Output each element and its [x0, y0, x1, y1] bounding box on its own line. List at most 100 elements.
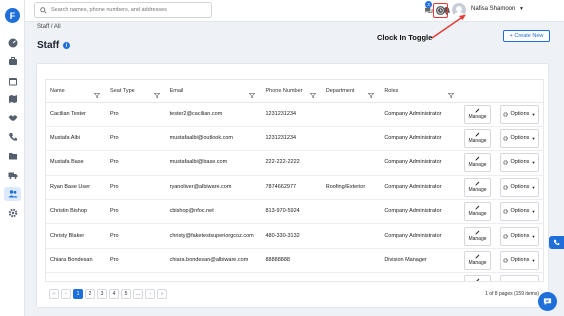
manage-button[interactable]: Manage [463, 251, 491, 271]
gear-icon [503, 112, 509, 117]
user-name[interactable]: Nafisa Shamoon [471, 6, 515, 12]
options-dropdown-button[interactable]: Options▼ [499, 129, 539, 149]
table-row[interactable]: Ryan Base User Pro ryanoliver@albiware.com… [46, 175, 543, 201]
pagination-page-button[interactable]: 4 [109, 289, 119, 299]
gear-icon [503, 136, 509, 141]
column-header[interactable]: Email [165, 80, 262, 103]
chat-widget-button[interactable] [538, 292, 557, 311]
table-row[interactable]: Christy Blaker Pro christy@faketestsuperio… [46, 223, 543, 249]
pagination: ‹‹ ‹ 1 2 3 4 5... ›» [49, 289, 168, 299]
options-dropdown-button[interactable]: Options▼ [499, 153, 539, 173]
calendar-icon[interactable] [7, 76, 18, 86]
filter-icon[interactable] [249, 92, 256, 98]
manage-button[interactable]: Manage [463, 202, 491, 222]
chevron-down-icon[interactable]: ▼ [519, 6, 524, 12]
handshake-icon[interactable] [7, 113, 18, 123]
pagination-page-button[interactable]: 5 [121, 289, 131, 299]
cell-phone: 222-222-2222 [261, 150, 322, 176]
manage-button[interactable]: Manage [463, 129, 491, 149]
breadcrumb[interactable]: Staff / All [37, 24, 61, 30]
column-header[interactable]: Department [321, 80, 381, 103]
cell-department [321, 102, 381, 127]
manage-button[interactable]: Manage [463, 275, 491, 281]
pagination-page-button[interactable]: ... [133, 289, 144, 299]
filter-icon[interactable] [368, 92, 375, 98]
cell-department [321, 223, 381, 249]
app-logo[interactable]: F [5, 8, 20, 23]
pagination-nav-button[interactable]: ‹‹ [49, 289, 59, 299]
column-header[interactable]: Roles [380, 80, 460, 103]
table-row[interactable]: Cacilian Tester Pro tester2@cacilian.com 12… [46, 102, 543, 127]
search-input[interactable] [51, 7, 211, 13]
phone-icon[interactable] [7, 132, 18, 142]
pagination-nav-button[interactable]: › [145, 289, 156, 299]
cell-email: chiara.bondesan@albiware.com [165, 248, 262, 274]
pagination-nav-button[interactable]: ‹ [61, 289, 71, 299]
cell-seat: Pro [106, 150, 166, 176]
column-header[interactable]: Seat Type [106, 80, 166, 103]
cell-phone: 1231231234 [261, 102, 322, 127]
gear-icon [503, 258, 509, 263]
dashboard-icon[interactable] [7, 38, 18, 48]
cell-seat: Pro [106, 126, 166, 152]
search-box[interactable] [34, 2, 212, 18]
caret-down-icon: ▼ [531, 160, 536, 166]
cell-phone: 88888888 [261, 248, 322, 274]
search-icon [40, 6, 47, 14]
table-row[interactable]: Mustafa Albi Pro mustafaalbi@outlook.com 12… [46, 126, 543, 152]
truck-icon[interactable] [7, 170, 18, 180]
pencil-icon [476, 279, 480, 281]
cell-name: Mustafa Base [46, 150, 107, 176]
options-dropdown-button[interactable]: Options▼ [499, 104, 539, 124]
cell-roles: Company Administrator [380, 175, 460, 201]
notification-count-badge: 3 [425, 1, 432, 8]
cell-name: Chiara Bondesan [46, 248, 107, 274]
pagination-page-button[interactable]: 3 [97, 289, 107, 299]
map-icon[interactable] [7, 94, 18, 104]
cell-email: mustafaalbi@base.com [165, 150, 262, 176]
filter-icon[interactable] [309, 92, 316, 98]
manage-label: Manage [468, 138, 487, 145]
info-icon[interactable]: i [63, 42, 70, 49]
options-dropdown-button[interactable]: Options▼ [499, 226, 539, 246]
create-new-button[interactable]: + Create New [503, 30, 550, 42]
staff-table: Name Seat Type Email Phone Number Department… [45, 79, 544, 282]
gear-icon[interactable] [7, 208, 18, 218]
table-row[interactable]: Mustafa Base Pro mustafaalbi@base.com 222-2… [46, 150, 543, 176]
table-row[interactable]: Eric BrownProericbrown@albiware.com(555)… [46, 272, 543, 281]
table-row[interactable]: Christin Bishop Pro cbishop@nfoc.net 813-97… [46, 199, 543, 225]
floating-phone-button[interactable] [549, 236, 564, 249]
column-header[interactable]: Name [46, 80, 107, 103]
pagination-page-button[interactable]: 1 [73, 289, 83, 299]
manage-label: Manage [468, 260, 487, 267]
pagination-nav-button[interactable]: » [157, 289, 168, 299]
filter-icon[interactable] [447, 92, 454, 98]
cell-email: cbishop@nfoc.net [165, 199, 262, 225]
folder-icon[interactable] [7, 151, 18, 161]
cell-email: ericbrown@albiware.com [165, 272, 262, 281]
column-header-actions [495, 80, 543, 103]
filter-icon[interactable] [94, 92, 101, 98]
manage-button[interactable]: Manage [463, 226, 491, 246]
people-icon[interactable] [4, 187, 21, 201]
cell-roles: Tech,Branko's Role [380, 272, 460, 281]
options-dropdown-button[interactable]: Options▼ [499, 275, 539, 281]
manage-button[interactable]: Manage [463, 177, 491, 197]
options-dropdown-button[interactable]: Options▼ [499, 251, 539, 271]
gear-icon [503, 160, 509, 166]
column-header[interactable]: Phone Number [261, 80, 322, 103]
options-dropdown-button[interactable]: Options▼ [499, 202, 539, 222]
cell-roles: Company Administrator [380, 150, 460, 176]
cell-department [321, 199, 381, 225]
cell-name: Ryan Base User [46, 175, 107, 201]
cell-seat: Pro [106, 102, 166, 127]
cell-roles: Company Administrator [380, 126, 460, 152]
pagination-page-button[interactable]: 2 [85, 289, 95, 299]
briefcase-icon[interactable] [7, 56, 18, 66]
table-row[interactable]: Chiara Bondesan Pro chiara.bondesan@albiwa… [46, 248, 543, 274]
filter-icon[interactable] [153, 92, 160, 98]
manage-button[interactable]: Manage [463, 153, 491, 173]
manage-label: Manage [468, 113, 487, 120]
manage-button[interactable]: Manage [463, 104, 491, 124]
options-dropdown-button[interactable]: Options▼ [499, 177, 539, 197]
